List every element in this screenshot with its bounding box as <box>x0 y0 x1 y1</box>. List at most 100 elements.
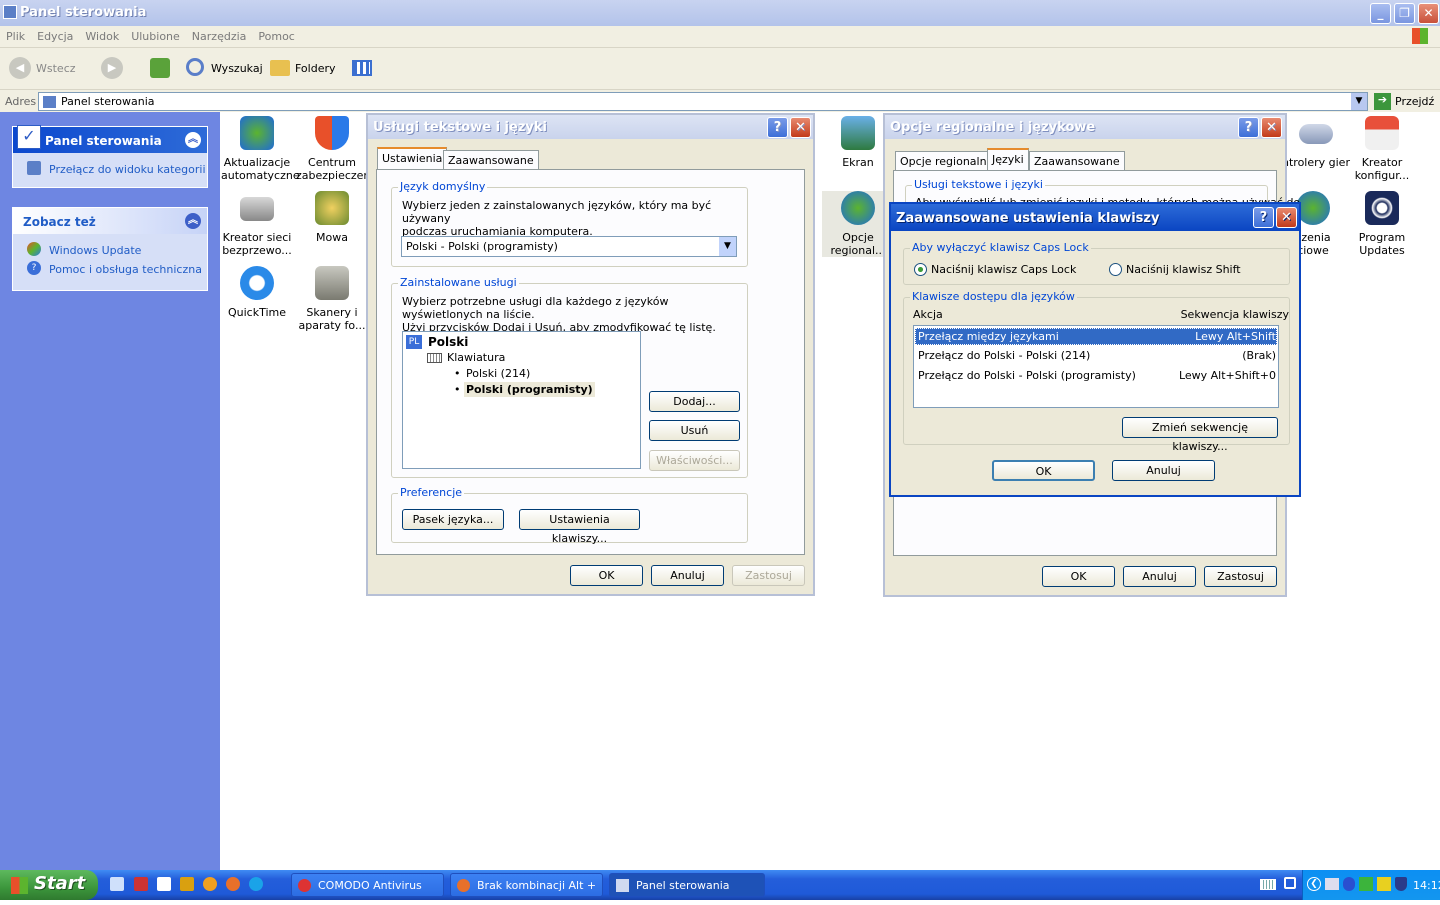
language-bar-button[interactable]: Pasek języka... <box>402 509 504 530</box>
tab-advanced[interactable]: Zaawansowane <box>1029 151 1125 171</box>
ok-button[interactable]: OK <box>992 460 1095 481</box>
help-button[interactable]: ? <box>1238 117 1259 138</box>
close-button[interactable]: ✕ <box>1261 117 1282 138</box>
taskbar-task-active[interactable]: Panel sterowania <box>609 873 765 897</box>
security-tray-icon[interactable] <box>1395 877 1407 891</box>
automatic-updates-item[interactable]: Aktualizacje automatyczne <box>221 116 300 182</box>
ok-button[interactable]: OK <box>570 565 643 586</box>
security-center-item[interactable]: Centrum zabezpieczeń <box>296 116 370 182</box>
radio-shift[interactable] <box>1109 263 1122 276</box>
cancel-button[interactable]: Anuluj <box>651 565 724 586</box>
quicklaunch-app-icon[interactable] <box>134 877 148 891</box>
network-tray-icon[interactable] <box>1284 877 1296 889</box>
menu-file[interactable]: Plik <box>0 26 31 43</box>
taskbar-task[interactable]: Brak kombinacji Alt + ... <box>450 873 603 905</box>
tab-languages[interactable]: Języki <box>987 148 1029 170</box>
ok-button[interactable]: OK <box>1042 566 1115 587</box>
hotkey-row-selected[interactable]: Przełącz między językami Lewy Alt+Shift <box>915 328 1277 345</box>
key-settings-titlebar[interactable]: Zaawansowane ustawienia klawiszy ? ✕ <box>891 204 1299 231</box>
collapse-icon[interactable]: ︽ <box>185 132 201 148</box>
clock[interactable]: 14:12 <box>1413 879 1440 892</box>
speech-item[interactable]: Mowa <box>296 191 368 244</box>
firefox-icon[interactable] <box>226 877 240 891</box>
tray-app-icon[interactable] <box>1377 877 1391 891</box>
radio-caps-lock[interactable] <box>914 263 927 276</box>
chevron-left-icon[interactable]: ❮ <box>1307 877 1321 891</box>
go-arrow-icon[interactable]: ➔ <box>1374 93 1391 110</box>
cancel-button[interactable]: Anuluj <box>1112 460 1215 481</box>
tab-regional-options[interactable]: Opcje regionalne <box>895 151 999 171</box>
game-controllers-item[interactable]: ntrolery gier <box>1280 116 1352 169</box>
forward-arrow-icon[interactable]: ▶ <box>101 57 123 79</box>
control-panel-box-header[interactable]: ✓ Panel sterowania ︽ <box>13 125 207 153</box>
go-button[interactable]: Przejdź <box>1395 95 1434 108</box>
window-titlebar[interactable]: Panel sterowania _ ❐ ✕ <box>0 0 1440 26</box>
close-button[interactable]: ✕ <box>1276 207 1297 228</box>
program-updates-item[interactable]: Program Updates <box>1346 191 1418 257</box>
chevron-down-icon[interactable]: ▼ <box>719 237 736 256</box>
menu-edit[interactable]: Edycja <box>31 26 79 43</box>
hotkeys-list[interactable]: Przełącz między językami Lewy Alt+Shift … <box>913 325 1279 408</box>
radio-shift-label[interactable]: Naciśnij klawisz Shift <box>1126 263 1241 276</box>
menu-tools[interactable]: Narzędzia <box>186 26 253 43</box>
apply-button[interactable]: Zastosuj <box>732 565 805 586</box>
cancel-button[interactable]: Anuluj <box>1123 566 1196 587</box>
tree-item-selected[interactable]: Polski (programisty) <box>464 382 595 397</box>
collapse-icon[interactable]: ︽ <box>185 213 201 229</box>
default-language-select[interactable]: Polski - Polski (programisty) ▼ <box>401 236 737 257</box>
help-button[interactable]: ? <box>1253 207 1274 228</box>
views-icon[interactable] <box>352 60 372 76</box>
tree-keyboard[interactable]: Klawiatura <box>447 351 505 364</box>
text-services-titlebar[interactable]: Usługi tekstowe i języki ? ✕ <box>368 115 813 139</box>
regional-titlebar[interactable]: Opcje regionalne i językowe ? ✕ <box>885 115 1285 139</box>
skype-icon[interactable] <box>249 877 263 891</box>
back-button[interactable]: Wstecz <box>36 62 76 75</box>
address-input[interactable]: Panel sterowania ▼ <box>38 92 1368 111</box>
taskbar-task[interactable]: COMODO Antivirus <box>291 873 444 897</box>
keyboard-tray-icon[interactable] <box>1260 879 1276 890</box>
quicklaunch-app-icon[interactable] <box>203 877 217 891</box>
see-also-header[interactable]: Zobacz też ︽ <box>13 208 207 234</box>
folders-button[interactable]: Foldery <box>295 62 336 75</box>
radio-caps-lock-label[interactable]: Naciśnij klawisz Caps Lock <box>931 263 1076 276</box>
quicktime-item[interactable]: QuickTime <box>221 266 293 319</box>
setup-wizard-item[interactable]: Kreator konfigur... <box>1346 116 1418 182</box>
scanners-cameras-item[interactable]: Skanery i aparaty fo... <box>296 266 368 332</box>
properties-button[interactable]: Właściwości... <box>649 450 740 471</box>
services-tree[interactable]: PL Polski Klawiatura • Polski (214) • Po… <box>402 331 641 469</box>
change-sequence-button[interactable]: Zmień sekwencję klawiszy... <box>1122 417 1278 453</box>
hotkey-row[interactable]: Przełącz do Polski - Polski (programisty… <box>915 368 1277 385</box>
tree-item[interactable]: Polski (214) <box>466 367 530 380</box>
windows-update-link[interactable]: Windows Update <box>27 240 207 259</box>
remove-button[interactable]: Usuń <box>649 420 740 441</box>
bluetooth-icon[interactable] <box>1343 877 1355 891</box>
up-folder-icon[interactable] <box>150 58 170 78</box>
quicklaunch-app-icon[interactable] <box>180 877 194 891</box>
tree-lang[interactable]: Polski <box>428 335 468 349</box>
add-button[interactable]: Dodaj... <box>649 391 740 412</box>
tab-settings[interactable]: Ustawienia <box>377 147 448 169</box>
menu-view[interactable]: Widok <box>79 26 125 43</box>
close-button[interactable]: ✕ <box>1418 3 1439 24</box>
restore-button[interactable]: ❐ <box>1394 3 1415 24</box>
help-support-link[interactable]: ? Pomoc i obsługa techniczna <box>27 259 207 278</box>
chevron-down-icon[interactable]: ▼ <box>1351 93 1367 110</box>
tab-advanced[interactable]: Zaawansowane <box>443 150 539 170</box>
apply-button[interactable]: Zastosuj <box>1204 566 1277 587</box>
menu-help[interactable]: Pomoc <box>252 26 300 43</box>
search-button[interactable]: Wyszukaj <box>211 62 263 75</box>
tray-app-icon[interactable] <box>1359 877 1373 891</box>
switch-category-link[interactable]: Przełącz do widoku kategorii <box>27 159 207 178</box>
help-button[interactable]: ? <box>767 117 788 138</box>
minimize-button[interactable]: _ <box>1370 3 1391 24</box>
hotkey-row[interactable]: Przełącz do Polski - Polski (214) (Brak) <box>915 348 1277 365</box>
start-button[interactable]: Start <box>0 870 98 900</box>
back-arrow-icon[interactable]: ◀ <box>9 57 31 79</box>
tray-app-icon[interactable] <box>1325 878 1339 890</box>
quicklaunch-app-icon[interactable] <box>157 877 171 891</box>
menu-favorites[interactable]: Ulubione <box>125 26 186 43</box>
key-settings-button[interactable]: Ustawienia klawiszy... <box>519 509 640 545</box>
show-desktop-icon[interactable] <box>110 877 124 891</box>
wireless-wizard-item[interactable]: Kreator sieci bezprzewo... <box>221 191 293 257</box>
close-button[interactable]: ✕ <box>790 117 811 138</box>
